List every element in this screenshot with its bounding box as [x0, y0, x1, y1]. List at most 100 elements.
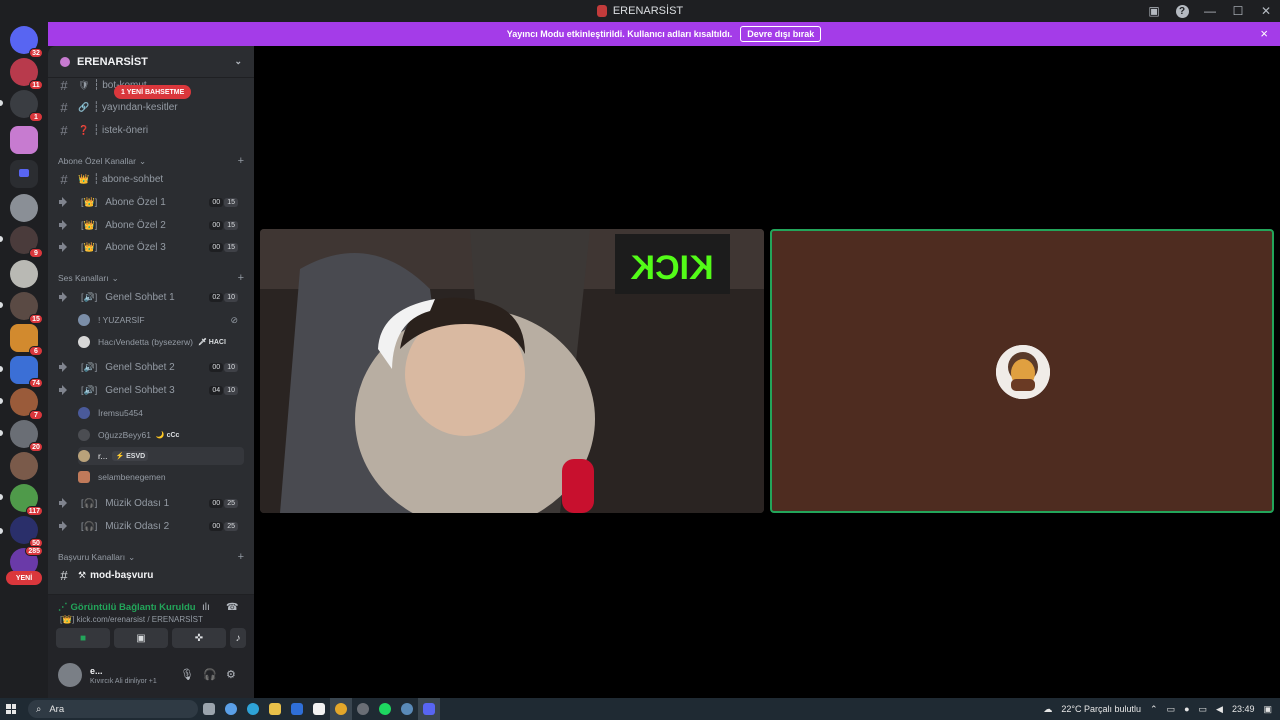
- clock[interactable]: 23:49: [1232, 704, 1255, 714]
- edge-button[interactable]: [242, 698, 264, 720]
- explorer-button[interactable]: [264, 698, 286, 720]
- mic-tray-icon[interactable]: ●: [1184, 704, 1189, 714]
- maximize-button[interactable]: ☐: [1224, 0, 1252, 22]
- server-icon[interactable]: 15: [10, 292, 43, 324]
- store-button[interactable]: [286, 698, 308, 720]
- category-ses[interactable]: Ses Kanalları ⌄ +: [58, 271, 244, 285]
- voice-channel-genel-1[interactable]: [🔊] Genel Sohbet 1 02 10: [56, 287, 246, 307]
- channel-abone-sohbet[interactable]: # 👑 ┆ abone-sohbet: [56, 169, 246, 189]
- channel-yayindan-kesitler[interactable]: # 🔗 ┆ yayından-kesitler: [56, 97, 246, 117]
- start-button[interactable]: [0, 698, 22, 720]
- user-max: 15: [224, 242, 238, 252]
- voice-channel-genel-3[interactable]: [🔊] Genel Sohbet 3 04 10: [56, 380, 246, 400]
- help-button[interactable]: ?: [1168, 0, 1196, 22]
- notes-icon[interactable]: ▭: [1167, 704, 1176, 715]
- voice-channel-genel-2[interactable]: [🔊] Genel Sohbet 2 00 10: [56, 357, 246, 377]
- server-icon[interactable]: 11: [10, 58, 43, 90]
- disconnect-icon[interactable]: ☎: [226, 602, 238, 613]
- user-status: Kıvırcık Ali dinliyor +1: [90, 678, 157, 685]
- taskbar-search[interactable]: ⌕ Ara: [28, 700, 198, 718]
- participant-tile-speaking[interactable]: [770, 229, 1274, 513]
- voice-member[interactable]: ! YUZARSİF ⊘: [78, 311, 244, 329]
- voice-channel-muzik-1[interactable]: [🎧] Müzik Odası 1 00 25: [56, 493, 246, 513]
- minimize-button[interactable]: —: [1196, 0, 1224, 22]
- activity-button[interactable]: ✜: [172, 628, 226, 648]
- camera-button[interactable]: ■: [56, 628, 110, 648]
- voice-member[interactable]: selambenegemen: [78, 468, 244, 486]
- hash-icon: #: [60, 567, 68, 583]
- folder-icon[interactable]: [10, 160, 38, 188]
- channel-mod-basvuru[interactable]: # ⚒ mod-başvuru: [56, 565, 246, 585]
- category-label: Başvuru Kanalları: [58, 552, 126, 562]
- channel-prefix: [🎧]: [81, 520, 98, 531]
- voice-member[interactable]: İremsu5454: [78, 404, 244, 422]
- voice-channel-muzik-2[interactable]: [🎧] Müzik Odası 2 00 25: [56, 516, 246, 536]
- capcut-button[interactable]: [308, 698, 330, 720]
- soundboard-button[interactable]: ♪: [230, 628, 246, 648]
- chevron-up-icon[interactable]: ⌃: [1150, 704, 1158, 715]
- server-icon[interactable]: 9: [10, 226, 43, 258]
- category-basvuru[interactable]: Başvuru Kanalları ⌄ +: [58, 550, 244, 564]
- network-icon[interactable]: ▭: [1199, 704, 1208, 715]
- obs-button[interactable]: [352, 698, 374, 720]
- add-channel-icon[interactable]: +: [238, 155, 244, 167]
- notification-icon[interactable]: ▣: [1263, 704, 1272, 715]
- microphone-icon[interactable]: 🎙: [180, 668, 194, 681]
- server-icon[interactable]: 74: [10, 356, 43, 388]
- server-icon-active[interactable]: [10, 126, 38, 154]
- server-icon[interactable]: 117: [10, 484, 43, 516]
- add-channel-icon[interactable]: +: [238, 551, 244, 563]
- server-icon[interactable]: [10, 194, 38, 222]
- headphones-icon[interactable]: 🎧: [203, 668, 217, 681]
- guild-header[interactable]: ERENARSİST ⌄: [48, 46, 254, 78]
- voice-member-active[interactable]: r... ⚡ ESVD: [78, 447, 244, 465]
- close-notice-button[interactable]: ×: [1260, 26, 1268, 41]
- volume-icon[interactable]: ◀: [1216, 704, 1223, 715]
- voice-channel-link[interactable]: [👑] kick.com/erenarsist / ERENARSİST: [60, 615, 203, 624]
- direct-messages-button[interactable]: 32: [10, 26, 43, 58]
- user-limit: 00 15: [209, 242, 238, 252]
- server-icon[interactable]: 50: [10, 516, 43, 548]
- discord-button[interactable]: [418, 698, 440, 720]
- voice-status[interactable]: Görüntülü Bağlantı Kuruldu: [71, 602, 196, 613]
- voice-channel-abone-3[interactable]: [👑] Abone Özel 3 00 15: [56, 237, 246, 257]
- server-icon[interactable]: 6: [10, 324, 43, 356]
- copilot-button[interactable]: [220, 698, 242, 720]
- gear-icon[interactable]: ⚙: [226, 668, 236, 681]
- inbox-icon[interactable]: ▣: [1140, 0, 1168, 22]
- edge-icon: [247, 703, 259, 715]
- close-window-button[interactable]: ✕: [1252, 0, 1280, 22]
- voice-status-group: ⋰ Görüntülü Bağlantı Kuruldu: [58, 602, 196, 613]
- server-icon[interactable]: [10, 260, 38, 288]
- voice-channel-abone-1[interactable]: [👑] Abone Özel 1 00 15: [56, 192, 246, 212]
- add-channel-icon[interactable]: +: [238, 272, 244, 284]
- chevron-down-icon: ⌄: [138, 155, 147, 166]
- server-icon[interactable]: [10, 452, 38, 480]
- voice-member[interactable]: OğuzzBeyy61 🌙 cCc: [78, 426, 244, 444]
- avatar[interactable]: [58, 663, 82, 687]
- avatar: [78, 314, 90, 326]
- category-abone[interactable]: Abone Özel Kanallar ⌄ +: [58, 154, 244, 168]
- stream-video-tile[interactable]: KICK: [260, 229, 764, 513]
- screen-share-button[interactable]: ▣: [114, 628, 168, 648]
- weather-text[interactable]: 22°C Parçalı bulutlu: [1061, 704, 1141, 714]
- speaker-icon: [59, 498, 69, 508]
- windows-taskbar: ⌕ Ara ☁ 22°C Parçalı bulutlu ⌃ ▭ ● ▭ ◀ 2…: [0, 698, 1280, 720]
- noise-suppression-icon[interactable]: ılı: [202, 602, 210, 613]
- server-badge: 117: [25, 506, 43, 516]
- server-icon[interactable]: 20: [10, 420, 43, 452]
- task-view-button[interactable]: [198, 698, 220, 720]
- chrome-button[interactable]: [330, 698, 352, 720]
- member-tag: 🌙 cCc: [155, 432, 180, 439]
- voice-member[interactable]: HacıVendetta (bysezerw) 🗡 HACI: [78, 333, 244, 351]
- server-icon[interactable]: 7: [10, 388, 43, 420]
- server-icon[interactable]: 1: [10, 90, 43, 122]
- spotify-button[interactable]: [374, 698, 396, 720]
- avatar-illustration: [996, 345, 1050, 399]
- disable-streamer-mode-button[interactable]: Devre dışı bırak: [740, 26, 822, 42]
- channel-name: Genel Sohbet 3: [105, 384, 175, 396]
- new-unreads-pill[interactable]: YENİ: [6, 571, 42, 585]
- voice-channel-abone-2[interactable]: [👑] Abone Özel 2 00 15: [56, 215, 246, 235]
- channel-istek-oneri[interactable]: # ❓ ┆ istek-öneri: [56, 120, 246, 140]
- steam-button[interactable]: [396, 698, 418, 720]
